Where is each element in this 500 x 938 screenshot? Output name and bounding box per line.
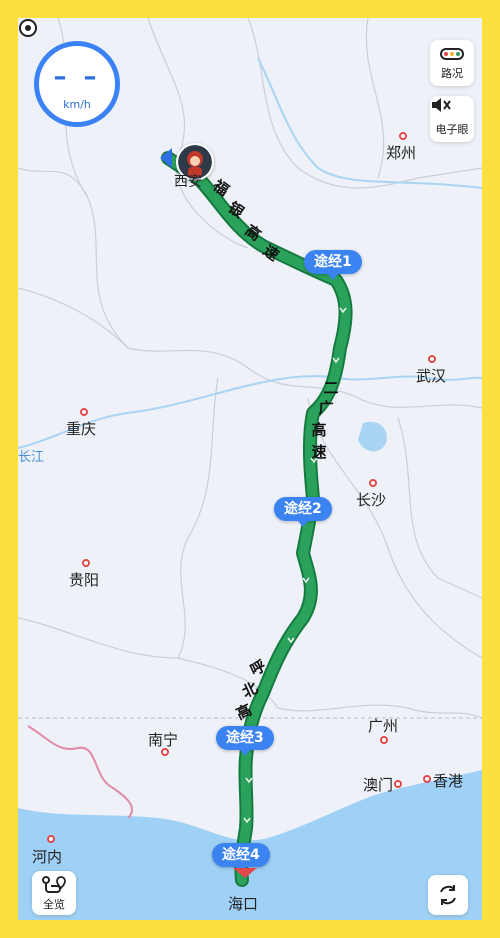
road-label-char: 广 bbox=[318, 399, 334, 417]
waypoint-3[interactable]: 途经3 bbox=[216, 726, 274, 756]
speed-value: – – bbox=[53, 62, 101, 92]
city-marker bbox=[82, 559, 90, 567]
road-label-char: 二 bbox=[323, 379, 339, 397]
map-view[interactable]: – – km/h 路况 电子眼 西安 郑州 武汉 重庆 长沙 贵阳 南宁 广州 … bbox=[18, 18, 482, 920]
city-marker bbox=[399, 132, 407, 140]
river-yangtze: 长江 bbox=[18, 450, 45, 465]
traffic-label: 路况 bbox=[441, 67, 463, 80]
overview-button[interactable]: 全览 bbox=[32, 871, 76, 915]
start-city-label: 西安 bbox=[174, 174, 202, 190]
road-label-char: 速 bbox=[311, 443, 327, 461]
city-marker bbox=[394, 780, 402, 788]
speaker-muted-icon bbox=[432, 98, 451, 112]
destination-pin-icon bbox=[19, 19, 37, 37]
refresh-button[interactable] bbox=[428, 875, 468, 915]
country-border bbox=[27, 725, 133, 819]
city-nanning: 南宁 bbox=[148, 731, 179, 749]
refresh-icon bbox=[440, 885, 456, 905]
road-label-char: 高 bbox=[311, 421, 327, 439]
city-changsha: 长沙 bbox=[356, 491, 387, 509]
city-marker bbox=[47, 835, 55, 843]
city-guangzhou: 广州 bbox=[368, 717, 399, 735]
speed-camera-button[interactable]: 电子眼 bbox=[430, 96, 474, 142]
app-frame: – – km/h 路况 电子眼 西安 郑州 武汉 重庆 长沙 贵阳 南宁 广州 … bbox=[0, 0, 500, 938]
route-overview-icon bbox=[42, 876, 66, 893]
city-marker bbox=[428, 355, 436, 363]
city-hanoi: 河内 bbox=[32, 848, 63, 866]
city-hongkong: 香港 bbox=[433, 772, 464, 790]
traffic-light-icon bbox=[440, 48, 464, 60]
waypoint-1[interactable]: 途经1 bbox=[304, 250, 362, 280]
city-marker bbox=[369, 479, 377, 487]
city-guiyang: 贵阳 bbox=[69, 571, 100, 589]
city-marker bbox=[80, 408, 88, 416]
city-marker bbox=[380, 736, 388, 744]
speedometer: – – km/h bbox=[34, 41, 120, 127]
city-macau: 澳门 bbox=[363, 776, 394, 794]
city-marker bbox=[423, 775, 431, 783]
speed-unit: km/h bbox=[63, 98, 91, 111]
city-haikou: 海口 bbox=[228, 895, 259, 913]
city-wuhan: 武汉 bbox=[416, 367, 447, 385]
waypoint-4[interactable]: 途经4 bbox=[212, 843, 270, 873]
camera-label: 电子眼 bbox=[435, 123, 469, 136]
city-zhengzhou: 郑州 bbox=[386, 144, 417, 162]
destination-arrow-icon bbox=[233, 868, 257, 878]
waypoint-2[interactable]: 途经2 bbox=[274, 497, 332, 527]
overview-label: 全览 bbox=[43, 898, 65, 911]
traffic-button[interactable]: 路况 bbox=[430, 40, 474, 86]
city-chongqing: 重庆 bbox=[66, 420, 97, 438]
